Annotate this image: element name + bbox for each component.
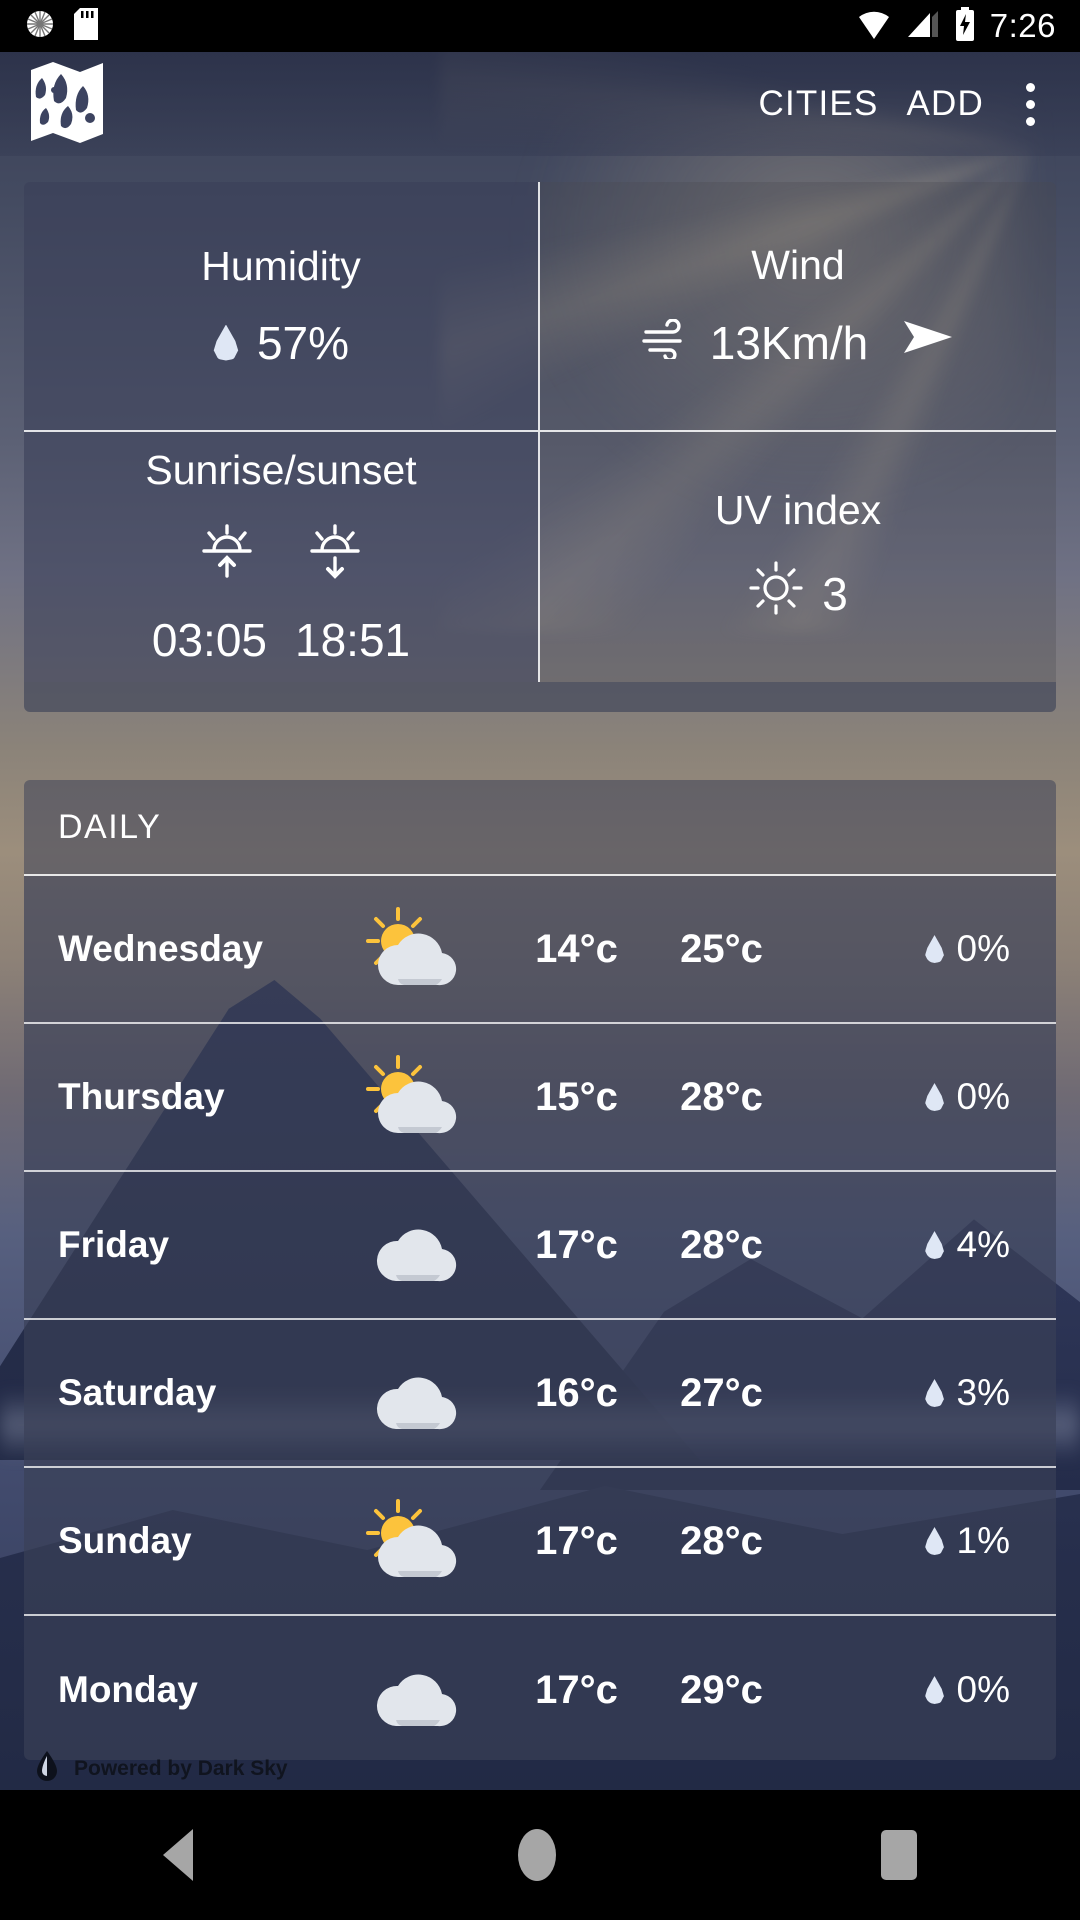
precipitation: 0% xyxy=(794,928,1056,970)
cloudy-icon xyxy=(324,1197,504,1293)
precipitation: 0% xyxy=(794,1669,1056,1711)
precipitation: 4% xyxy=(794,1224,1056,1266)
weather-details-card: Humidity 57% Wind 13Km/h Sunrise/sunset … xyxy=(24,182,1056,712)
high-temp: 28°c xyxy=(680,1518,763,1563)
high-temp: 29°c xyxy=(680,1667,763,1712)
sunrise-sunset-label: Sunrise/sunset xyxy=(145,447,417,493)
low-temp: 17°c xyxy=(535,1667,618,1712)
day-label: Saturday xyxy=(58,1372,217,1413)
low-temp: 14°c xyxy=(535,926,618,971)
wind-value-row: 13Km/h xyxy=(640,315,957,370)
water-drop-icon xyxy=(925,1379,944,1407)
table-row[interactable]: Wednesday 14°c 25°c 0% xyxy=(24,876,1056,1024)
precip-value: 1% xyxy=(956,1520,1010,1561)
sunrise-time: 03:05 xyxy=(151,614,267,666)
day-label: Friday xyxy=(58,1224,170,1265)
precip-value: 0% xyxy=(956,1076,1010,1117)
sunset-icon xyxy=(304,520,366,587)
cloudy-icon xyxy=(324,1345,504,1441)
water-drop-icon xyxy=(213,324,239,361)
status-bar: 7:26 xyxy=(0,0,1080,52)
partly-cloudy-icon xyxy=(324,901,504,997)
water-drop-icon xyxy=(925,1527,944,1555)
high-temp: 28°c xyxy=(680,1074,763,1119)
dark-sky-logo-icon xyxy=(34,1750,60,1788)
attribution-text: Powered by Dark Sky xyxy=(74,1757,288,1780)
phone-screen: 7:26 CITIES ADD Humidity 57% Wind 13Km/h… xyxy=(0,0,1080,1920)
app-bar: CITIES ADD xyxy=(0,52,1080,156)
weather-details-grid: Humidity 57% Wind 13Km/h Sunrise/sunset … xyxy=(24,182,1056,682)
water-drop-icon xyxy=(925,1231,944,1259)
cities-button[interactable]: CITIES xyxy=(745,78,893,130)
sunset-time: 18:51 xyxy=(295,614,411,666)
high-temp: 28°c xyxy=(680,1222,763,1267)
brightness-icon xyxy=(24,8,56,45)
low-temp: 17°c xyxy=(535,1222,618,1267)
precip-value: 0% xyxy=(956,928,1010,969)
precip-value: 4% xyxy=(956,1224,1010,1265)
precip-value: 3% xyxy=(956,1372,1010,1413)
sun-icon xyxy=(748,560,804,627)
add-button[interactable]: ADD xyxy=(893,78,999,130)
map-icon[interactable] xyxy=(28,60,106,149)
wind-label: Wind xyxy=(751,242,845,288)
precipitation: 3% xyxy=(794,1372,1056,1414)
wifi-icon xyxy=(856,9,892,44)
wind-icon xyxy=(640,316,692,370)
sun-icons-row xyxy=(196,520,366,587)
attribution-footer[interactable]: Powered by Dark Sky xyxy=(0,1748,1080,1790)
sd-card-icon xyxy=(74,7,98,45)
partly-cloudy-icon xyxy=(324,1049,504,1145)
uv-value-row: 3 xyxy=(748,560,848,627)
water-drop-icon xyxy=(925,935,944,963)
day-label: Monday xyxy=(58,1669,198,1710)
sunrise-icon xyxy=(196,520,258,587)
low-temp: 17°c xyxy=(535,1518,618,1563)
partly-cloudy-icon xyxy=(324,1493,504,1589)
precipitation: 0% xyxy=(794,1076,1056,1118)
back-nav-icon[interactable] xyxy=(162,1829,193,1881)
battery-charging-icon xyxy=(954,6,976,46)
system-navigation-bar xyxy=(0,1790,1080,1920)
wind-cell[interactable]: Wind 13Km/h xyxy=(540,182,1056,432)
low-temp: 15°c xyxy=(535,1074,618,1119)
sun-times-row: 03:05 18:51 xyxy=(152,613,410,667)
day-label: Wednesday xyxy=(58,928,263,969)
high-temp: 25°c xyxy=(680,926,763,971)
high-temp: 27°c xyxy=(680,1370,763,1415)
table-row[interactable]: Saturday 16°c 27°c 3% xyxy=(24,1320,1056,1468)
more-options-icon[interactable] xyxy=(1008,79,1052,130)
precip-value: 0% xyxy=(956,1669,1010,1710)
cloudy-icon xyxy=(324,1642,504,1738)
uv-index-cell[interactable]: UV index 3 xyxy=(540,432,1056,682)
status-bar-clock: 7:26 xyxy=(989,7,1056,44)
low-temp: 16°c xyxy=(535,1370,618,1415)
table-row[interactable]: Monday 17°c 29°c 0% xyxy=(24,1616,1056,1760)
humidity-value: 57% xyxy=(256,316,350,369)
table-row[interactable]: Friday 17°c 28°c 4% xyxy=(24,1172,1056,1320)
humidity-cell[interactable]: Humidity 57% xyxy=(24,182,540,432)
signal-icon xyxy=(906,9,940,44)
daily-header: DAILY xyxy=(24,780,1056,876)
humidity-label: Humidity xyxy=(201,242,361,289)
water-drop-icon xyxy=(925,1676,944,1704)
details-card-footer xyxy=(24,682,1056,712)
table-row[interactable]: Thursday 15°c 28°c 0% xyxy=(24,1024,1056,1172)
uv-index-value: 3 xyxy=(822,567,848,620)
arrow-direction-icon xyxy=(900,315,956,370)
precipitation: 1% xyxy=(794,1520,1056,1562)
humidity-value-row: 57% xyxy=(213,316,349,370)
daily-forecast-card: DAILY Wednesday 14°c 25°c 0% Thursday 15… xyxy=(24,780,1056,1760)
day-label: Sunday xyxy=(58,1520,192,1561)
home-nav-icon[interactable] xyxy=(517,1829,556,1881)
uv-index-label: UV index xyxy=(714,487,882,533)
water-drop-icon xyxy=(925,1083,944,1111)
recents-nav-icon[interactable] xyxy=(881,1830,918,1880)
table-row[interactable]: Sunday 17°c 28°c 1% xyxy=(24,1468,1056,1616)
sunrise-sunset-cell[interactable]: Sunrise/sunset 03:05 18:51 xyxy=(24,432,540,682)
day-label: Thursday xyxy=(58,1076,225,1117)
wind-value: 13Km/h xyxy=(709,316,869,369)
